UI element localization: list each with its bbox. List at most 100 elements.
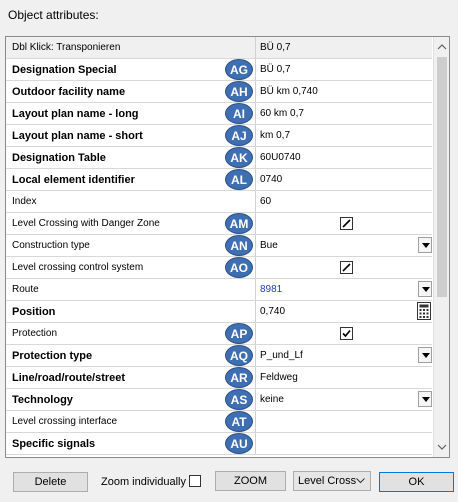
attribute-value[interactable] [260,411,432,432]
attribute-value[interactable]: 60 [260,191,432,212]
attribute-row[interactable]: Designation Special AG BÜ 0,7 [6,59,432,81]
attribute-value[interactable] [260,257,432,278]
attribute-row[interactable]: Outdoor facility name AH BÜ km 0,740 [6,81,432,103]
attribute-grid: Dbl Klick: Transponieren BÜ 0,7 Designat… [5,36,450,458]
dropdown-button[interactable] [418,281,432,297]
ok-button[interactable]: OK [379,472,454,492]
calculator-icon[interactable] [416,302,432,320]
attribute-row[interactable]: Level crossing interface AT [6,411,432,433]
vertical-scrollbar[interactable] [433,37,449,457]
attribute-row[interactable]: Specific signals AU [6,433,432,455]
attribute-label: Layout plan name - long [6,103,256,124]
type-dropdown-value: Level Cross [298,475,357,487]
attribute-row[interactable]: Level Crossing with Danger Zone AM [6,213,432,235]
attribute-value[interactable]: 0,740 [260,301,432,322]
attribute-rows: Dbl Klick: Transponieren BÜ 0,7 Designat… [6,37,432,455]
attribute-value[interactable] [260,213,432,234]
annotation-badge: AL [225,169,253,190]
attribute-value[interactable]: BÜ km 0,740 [260,81,432,102]
zoom-button[interactable]: ZOOM [215,471,286,491]
edit-checkbox[interactable] [340,217,353,230]
attribute-value[interactable]: 60U0740 [260,147,432,168]
attribute-value-text: 8981 [260,284,283,295]
attribute-value-text: 60 km 0,7 [260,108,304,119]
annotation-badge: AI [225,103,253,124]
attribute-value-text: Bue [260,240,278,251]
attribute-label: Level Crossing with Danger Zone [6,213,256,234]
attribute-row[interactable]: Position 0,740 [6,301,432,323]
dropdown-button[interactable] [418,347,432,363]
attribute-label: Line/road/route/street [6,367,256,388]
attribute-label: Index [6,191,256,212]
attribute-row[interactable]: Layout plan name - long AI 60 km 0,7 [6,103,432,125]
grid-header-label: Dbl Klick: Transponieren [6,37,256,58]
type-dropdown[interactable]: Level Cross [293,471,371,491]
annotation-badge: AS [225,389,253,410]
annotation-badge: AJ [225,125,253,146]
attribute-label: Protection type [6,345,256,366]
attribute-row[interactable]: Protection AP [6,323,432,345]
pencil-icon [342,219,351,228]
annotation-badge: AK [225,147,253,168]
annotation-badge: AR [225,367,253,388]
zoom-individually-checkbox[interactable] [189,475,201,487]
attribute-value-text: keine [260,394,284,405]
attribute-row[interactable]: Layout plan name - short AJ km 0,7 [6,125,432,147]
attribute-value-text: 0740 [260,174,283,185]
attribute-label: Local element identifier [6,169,256,190]
grid-header-value: BÜ 0,7 [260,42,291,53]
attribute-value[interactable]: 60 km 0,7 [260,103,432,124]
attribute-row[interactable]: Designation Table AK 60U0740 [6,147,432,169]
edit-checkbox[interactable] [340,261,353,274]
attribute-row[interactable]: Construction type AN Bue [6,235,432,257]
attribute-value[interactable]: 0740 [260,169,432,190]
scroll-thumb[interactable] [437,57,447,297]
attribute-label: Protection [6,323,256,344]
attribute-value-text: 60 [260,196,272,207]
attribute-value[interactable]: 8981 [260,279,432,300]
delete-button[interactable]: Delete [13,472,88,492]
checkmark-icon [342,329,351,338]
attribute-value-text: BÜ 0,7 [260,64,291,75]
attribute-label: Technology [6,389,256,410]
annotation-badge: AO [225,257,253,278]
attribute-label: Level crossing control system [6,257,256,278]
attribute-value-text: km 0,7 [260,130,291,141]
attribute-value[interactable]: Feldweg [260,367,432,388]
attribute-row[interactable]: Index 60 [6,191,432,213]
attribute-value[interactable]: km 0,7 [260,125,432,146]
attribute-value[interactable] [260,433,432,454]
attribute-value[interactable]: P_und_Lf [260,345,432,366]
attribute-row[interactable]: Technology AS keine [6,389,432,411]
chevron-down-icon [422,243,430,248]
attribute-row[interactable]: Line/road/route/street AR Feldweg [6,367,432,389]
attribute-value-text: 60U0740 [260,152,301,163]
attribute-value-text: Feldweg [260,372,298,383]
attribute-row[interactable]: Protection type AQ P_und_Lf [6,345,432,367]
attribute-row[interactable]: Local element identifier AL 0740 [6,169,432,191]
attribute-row[interactable]: Level crossing control system AO [6,257,432,279]
attribute-label: Specific signals [6,433,256,454]
attribute-label: Construction type [6,235,256,256]
attribute-value-text: BÜ km 0,740 [260,86,318,97]
attribute-value[interactable] [260,323,432,344]
dropdown-button[interactable] [418,391,432,407]
attribute-label: Route [6,279,256,300]
checkbox[interactable] [340,327,353,340]
attribute-value[interactable]: Bue [260,235,432,256]
attribute-value-text: P_und_Lf [260,350,303,361]
chevron-down-icon [422,353,430,358]
attribute-label: Designation Special [6,59,256,80]
annotation-badge: AM [225,213,253,234]
annotation-badge: AH [225,81,253,102]
dropdown-button[interactable] [418,237,432,253]
attribute-value[interactable]: BÜ 0,7 [260,59,432,80]
scroll-up-icon[interactable] [434,39,449,55]
attribute-row[interactable]: Route 8981 [6,279,432,301]
annotation-badge: AP [225,323,253,344]
attribute-value[interactable]: keine [260,389,432,410]
chevron-down-icon [422,287,430,292]
footer-bar: Delete Zoom individually ZOOM Level Cros… [0,462,458,502]
grid-header-row[interactable]: Dbl Klick: Transponieren BÜ 0,7 [6,37,432,59]
scroll-down-icon[interactable] [434,439,449,455]
